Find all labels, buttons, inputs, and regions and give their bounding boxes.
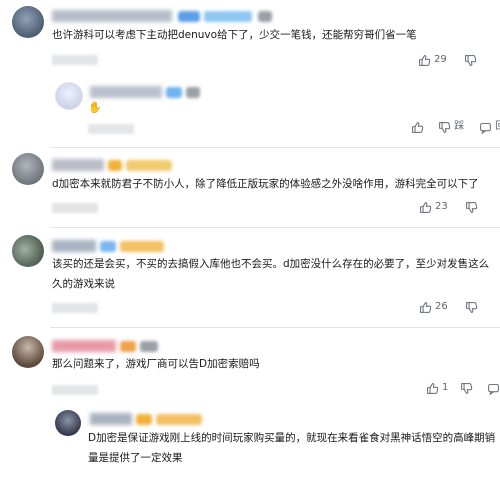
reply-time [88,124,134,134]
like-count: 23 [435,201,448,212]
dislike-button[interactable] [465,301,481,314]
username[interactable] [52,10,172,22]
dislike-button[interactable] [464,54,480,67]
level-badge [120,341,136,352]
thumbs-up-icon [412,121,424,133]
avatar[interactable] [12,6,44,38]
reply-avatar[interactable] [55,82,83,110]
thumbs-down-icon [460,382,472,394]
dislike-label: 踩 [454,121,465,132]
reply-like-button[interactable] [411,121,427,134]
reply-button[interactable]: 回复 [487,381,500,395]
reply-reply-button[interactable]: 回复 [479,120,500,134]
reply-level-badge [136,414,152,425]
comment-time [52,203,98,213]
fan-badge [126,160,172,171]
comment-text: 该买的还是会买，不买的去搞假入库他也不会买。d加密没什么存在的必要了，至少对发售… [52,258,490,270]
comment-actions: 26 [419,300,481,314]
fan-badge [204,11,252,22]
reply-fan-badge [156,414,202,425]
reply-emoji: ✋ [88,101,102,114]
like-count: 26 [435,301,448,312]
reply-vip-badge [186,87,200,98]
comment-time [52,303,98,313]
thumbs-down-icon [465,54,477,66]
comment-text: 也许游科可以考虑下主动把denuvo给下了，少交一笔钱，还能帮穷哥们省一笔 [52,29,417,41]
reply-actions: 踩 回复 [411,120,500,134]
level-badge [178,11,200,22]
thumbs-down-icon [466,201,478,213]
comment-actions: 23 [419,200,481,214]
thumbs-up-icon [419,54,431,66]
username[interactable] [52,240,96,252]
like-button[interactable]: 29 [418,53,447,67]
reply-username[interactable] [90,86,162,98]
username[interactable] [52,159,104,171]
thumbs-down-icon [439,121,451,133]
like-count: 29 [434,54,447,65]
reply-label: 回复 [495,120,500,134]
divider [50,227,500,228]
thumbs-up-icon [427,382,439,394]
like-button[interactable]: 26 [419,300,448,314]
username[interactable] [52,340,116,352]
comment-text: 那么问题来了，游戏厂商可以告D加密索赔吗 [52,358,260,370]
like-count: 1 [442,382,449,393]
dislike-button[interactable] [465,201,481,214]
thumbs-up-icon [420,301,432,313]
reply-dislike-button[interactable]: 踩 [438,120,464,134]
fan-badge [120,241,164,252]
avatar[interactable] [12,153,44,185]
dislike-button[interactable] [460,382,476,395]
reply-username[interactable] [90,413,132,425]
level-badge [108,160,122,171]
thumbs-down-icon [466,301,478,313]
reply-level-badge [166,87,182,98]
comment-text-line2: 久的游戏来说 [52,278,115,290]
comment-actions: 1 回复 [426,381,500,395]
like-button[interactable]: 23 [419,200,448,214]
reply-text: D加密是保证游戏刚上线的时间玩家购买量的，就现在来看雀食对黑神话悟空的高峰期销 [88,432,496,444]
divider [50,327,500,328]
avatar[interactable] [12,235,44,267]
level-badge [100,241,116,252]
divider [50,147,500,148]
reply-avatar[interactable] [55,410,81,436]
comment-actions: 29 [418,53,480,67]
thumbs-up-icon [420,201,432,213]
like-button[interactable]: 1 [426,381,448,395]
comment-time [52,385,98,395]
reply-text-line2: 量是提供了一定效果 [88,452,183,464]
reply-icon [480,122,492,134]
comment-text: d加密本来就防君子不防小人，除了降低正版玩家的体验感之外没啥作用，游科完全可以下… [52,178,479,190]
avatar[interactable] [12,336,44,368]
comment-time [52,55,98,65]
reply-icon [487,383,499,395]
vip-badge [258,11,272,22]
fan-badge [140,341,158,352]
